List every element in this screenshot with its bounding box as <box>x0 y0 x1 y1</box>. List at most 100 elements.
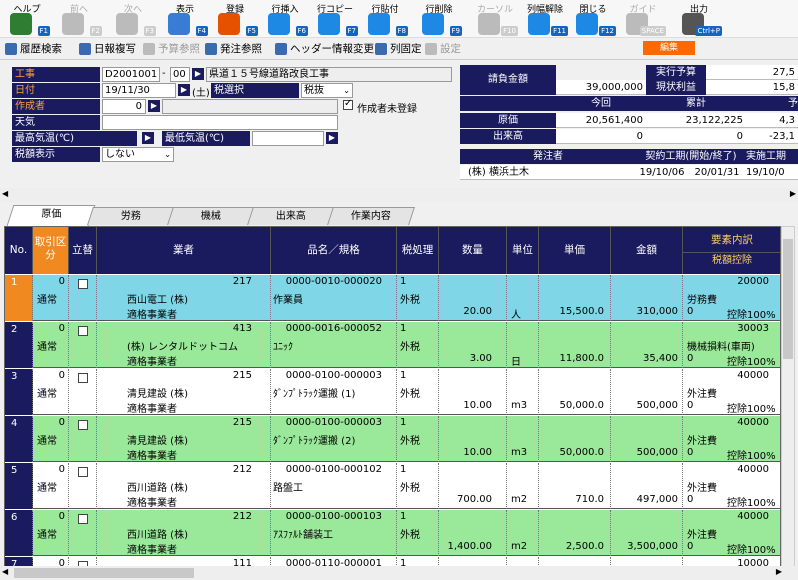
kubun-cell[interactable]: 0 通常 <box>33 275 69 321</box>
tatekae-cell[interactable] <box>69 322 97 368</box>
element-cell[interactable]: 40000 外注費 0 控除100% <box>683 510 780 556</box>
tatekae-checkbox[interactable] <box>78 326 88 336</box>
tatekae-cell[interactable] <box>69 510 97 556</box>
unit-cell[interactable]: m2 <box>507 463 539 509</box>
scroll-thumb[interactable] <box>783 239 793 359</box>
item-cell[interactable]: 0000-0100-000103 ｱｽﾌｧﾙﾄ舗装工 <box>271 510 397 556</box>
tax-cell[interactable]: 1 外税 <box>397 369 439 415</box>
scroll-right-icon[interactable]: ▶ <box>776 567 782 576</box>
qty-cell[interactable]: 1,400.00 <box>439 510 507 556</box>
min-temp-field[interactable] <box>252 131 324 146</box>
scroll-right-icon[interactable]: ▶ <box>790 189 796 198</box>
toolbar2-button-6[interactable]: 列固定 <box>374 41 422 57</box>
price-cell[interactable]: 15,500.0 <box>539 275 611 321</box>
scroll-left-icon[interactable]: ◀ <box>2 189 8 198</box>
price-cell[interactable]: 50,000.0 <box>539 416 611 462</box>
max-temp-button[interactable]: ▶ <box>142 132 154 144</box>
tatekae-cell[interactable] <box>69 275 97 321</box>
price-cell[interactable]: 2,500.0 <box>539 510 611 556</box>
row-number-cell[interactable]: 6 <box>5 510 33 556</box>
toolbar-button-12[interactable]: 閉じる F12 <box>570 0 616 38</box>
tatekae-checkbox[interactable] <box>78 514 88 524</box>
qty-cell[interactable]: 3.00 <box>439 322 507 368</box>
column-header-suryo[interactable]: 数量 <box>439 227 507 274</box>
amount-cell[interactable]: 497,000 <box>611 463 683 509</box>
vendor-cell[interactable]: 212 西川道路 (株) 適格事業者 <box>97 510 271 556</box>
tatekae-cell[interactable] <box>69 463 97 509</box>
table-row[interactable]: 6 0 通常 212 西川道路 (株) 適格事業者 0000-0100-000103 ｱｽﾌｧ… <box>5 510 780 556</box>
tab-5[interactable]: 作業内容 <box>327 207 415 225</box>
min-temp-button[interactable]: ▶ <box>326 132 338 144</box>
column-header-zei[interactable]: 税処理 <box>397 227 439 274</box>
table-row[interactable]: 3 0 通常 215 清見建設 (株) 適格事業者 0000-0100-000003 ﾀﾞﾝﾌ… <box>5 369 780 415</box>
unit-cell[interactable]: 日 <box>507 322 539 368</box>
tax-cell[interactable]: 1 外税 <box>397 463 439 509</box>
tatekae-checkbox[interactable] <box>78 279 88 289</box>
toolbar2-button-5[interactable]: ヘッダー情報変更 <box>274 41 374 57</box>
toolbar-button-11[interactable]: 列幅解除 F11 <box>522 0 568 38</box>
unit-cell[interactable]: m2 <box>507 510 539 556</box>
toolbar-button-1[interactable]: ヘルプ F1 <box>4 0 50 38</box>
koji-sub-field[interactable]: 00 <box>170 67 190 82</box>
column-header-tanka[interactable]: 単価 <box>539 227 611 274</box>
toolbar-button-6[interactable]: 行挿入 F6 <box>262 0 308 38</box>
tab-2[interactable]: 労務 <box>87 207 175 225</box>
item-cell[interactable]: 0000-0100-000102 路盤工 <box>271 463 397 509</box>
kubun-cell[interactable]: 0 通常 <box>33 463 69 509</box>
weather-field[interactable] <box>102 115 338 130</box>
vendor-cell[interactable]: 413 (株) レンタルドットコム 適格事業者 <box>97 322 271 368</box>
koji-search-button[interactable]: ▶ <box>192 68 204 80</box>
qty-cell[interactable]: 20.00 <box>439 275 507 321</box>
vendor-cell[interactable]: 215 清見建設 (株) 適格事業者 <box>97 416 271 462</box>
unit-cell[interactable]: m3 <box>507 416 539 462</box>
table-row[interactable]: 2 0 通常 413 (株) レンタルドットコム 適格事業者 0000-0016-00005… <box>5 322 780 368</box>
kubun-cell[interactable]: 0 通常 <box>33 322 69 368</box>
item-cell[interactable]: 0000-0010-000020 作業員 <box>271 275 397 321</box>
price-cell[interactable]: 11,800.0 <box>539 322 611 368</box>
amount-cell[interactable]: 500,000 <box>611 369 683 415</box>
qty-cell[interactable]: 10.00 <box>439 369 507 415</box>
column-header-no[interactable]: No. <box>5 227 33 274</box>
grid-horizontal-scrollbar[interactable]: ◀ ▶ <box>0 566 798 580</box>
toolbar-button-8[interactable]: 行貼付 F8 <box>362 0 408 38</box>
toolbar2-button-4[interactable]: 発注参照 <box>204 41 262 57</box>
column-header-hinmei[interactable]: 品名／規格 <box>271 227 397 274</box>
element-cell[interactable]: 20000 労務費 0 控除100% <box>683 275 780 321</box>
tatekae-checkbox[interactable] <box>78 467 88 477</box>
price-cell[interactable]: 50,000.0 <box>539 369 611 415</box>
column-header-tatekae[interactable]: 立替 <box>69 227 97 274</box>
item-cell[interactable]: 0000-0100-000003 ﾀﾞﾝﾌﾟﾄﾗｯｸ運搬 (1) <box>271 369 397 415</box>
row-number-cell[interactable]: 4 <box>5 416 33 462</box>
element-cell[interactable]: 40000 外注費 0 控除100% <box>683 463 780 509</box>
table-row[interactable]: 1 0 通常 217 西山電工 (株) 適格事業者 0000-0010-000020 作業員 1… <box>5 275 780 321</box>
element-cell[interactable]: 40000 外注費 0 控除100% <box>683 369 780 415</box>
toolbar2-button-2[interactable]: 日報複写 <box>78 41 136 57</box>
column-header-kingaku[interactable]: 金額 <box>611 227 683 274</box>
row-number-cell[interactable]: 3 <box>5 369 33 415</box>
toolbar-button-4[interactable]: 表示 F4 <box>162 0 208 38</box>
tatekae-checkbox[interactable] <box>78 373 88 383</box>
vendor-cell[interactable]: 212 西川道路 (株) 適格事業者 <box>97 463 271 509</box>
scroll-thumb[interactable] <box>14 568 194 578</box>
qty-cell[interactable]: 700.00 <box>439 463 507 509</box>
kubun-cell[interactable]: 0 通常 <box>33 369 69 415</box>
tatekae-cell[interactable] <box>69 416 97 462</box>
column-header-yoso[interactable]: 要素内訳 税額控除 <box>683 227 780 274</box>
date-picker-button[interactable]: ▶ <box>178 84 190 96</box>
author-code-field[interactable]: 0 <box>102 99 146 114</box>
grid-vertical-scrollbar[interactable] <box>781 226 795 568</box>
tab-4[interactable]: 出来高 <box>247 207 335 225</box>
table-row[interactable]: 4 0 通常 215 清見建設 (株) 適格事業者 0000-0100-000003 ﾀﾞﾝﾌ… <box>5 416 780 462</box>
table-row[interactable]: 5 0 通常 212 西川道路 (株) 適格事業者 0000-0100-000102 路盤工 1… <box>5 463 780 509</box>
toolbar-button-9[interactable]: 行削除 F9 <box>416 0 462 38</box>
koji-code-field[interactable]: D2001001 <box>102 67 160 82</box>
unit-cell[interactable]: 人 <box>507 275 539 321</box>
tax-cell[interactable]: 1 外税 <box>397 322 439 368</box>
scroll-left-icon[interactable]: ◀ <box>2 567 8 576</box>
vendor-cell[interactable]: 217 西山電工 (株) 適格事業者 <box>97 275 271 321</box>
amount-cell[interactable]: 500,000 <box>611 416 683 462</box>
tax-cell[interactable]: 1 外税 <box>397 416 439 462</box>
tax-display-select[interactable]: しない ⌄ <box>102 147 174 162</box>
tatekae-checkbox[interactable] <box>78 420 88 430</box>
kubun-cell[interactable]: 0 通常 <box>33 510 69 556</box>
